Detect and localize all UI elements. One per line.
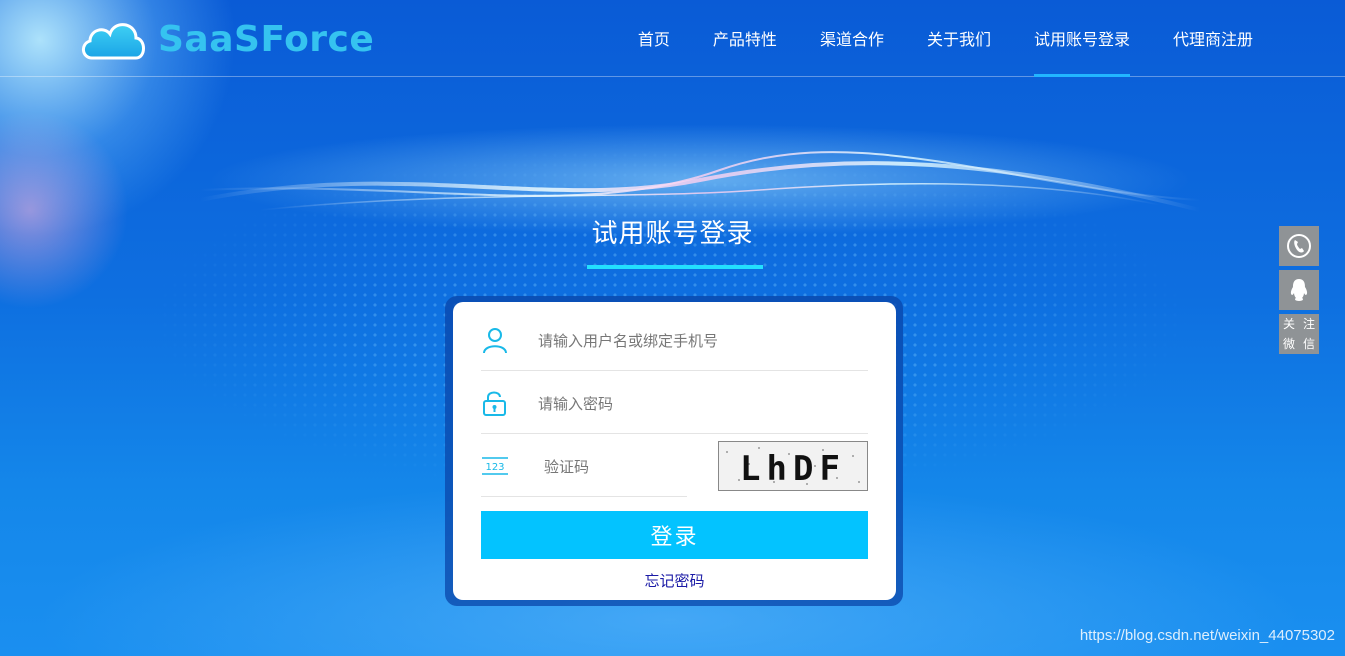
captcha-input[interactable] bbox=[542, 452, 686, 482]
watermark-url: https://blog.csdn.net/weixin_44075302 bbox=[1079, 627, 1335, 644]
login-title: 试用账号登录 bbox=[591, 219, 754, 249]
page: SaaSForce 首页 产品特性 渠道合作 关于我们 试用账号登录 代理商注册… bbox=[0, 0, 1345, 656]
qq-icon bbox=[1290, 279, 1308, 301]
forgot-password-link[interactable]: 忘记密码 bbox=[453, 570, 896, 591]
lock-icon bbox=[483, 391, 506, 416]
phone-icon bbox=[1287, 234, 1311, 258]
main-nav: 首页 产品特性 渠道合作 关于我们 试用账号登录 代理商注册 bbox=[595, 0, 1253, 77]
captcha-row: 123 bbox=[481, 434, 687, 497]
svg-text:123: 123 bbox=[485, 462, 504, 473]
phone-button[interactable] bbox=[1279, 226, 1319, 266]
nav-about[interactable]: 关于我们 bbox=[927, 0, 991, 76]
captcha-image[interactable]: LhDF bbox=[718, 441, 868, 491]
username-input[interactable] bbox=[536, 326, 860, 356]
nav-home[interactable]: 首页 bbox=[638, 0, 670, 76]
wechat-char: 关 bbox=[1282, 317, 1295, 331]
brand-name: SaaSForce bbox=[158, 18, 375, 60]
wechat-char: 微 bbox=[1282, 337, 1295, 351]
username-row bbox=[481, 308, 868, 371]
logo[interactable]: SaaSForce bbox=[78, 16, 374, 62]
password-input[interactable] bbox=[536, 389, 860, 419]
password-row bbox=[481, 371, 868, 434]
user-icon bbox=[483, 328, 507, 354]
captcha-text: LhDF bbox=[740, 449, 846, 489]
login-button[interactable]: 登录 bbox=[481, 511, 868, 559]
wechat-char: 信 bbox=[1302, 337, 1315, 351]
code-icon: 123 bbox=[482, 457, 508, 475]
top-header: SaaSForce 首页 产品特性 渠道合作 关于我们 试用账号登录 代理商注册 bbox=[0, 0, 1345, 77]
wechat-char: 注 bbox=[1302, 317, 1315, 331]
qq-button[interactable] bbox=[1279, 270, 1319, 310]
nav-agent-register[interactable]: 代理商注册 bbox=[1173, 0, 1253, 76]
title-underline bbox=[587, 265, 763, 269]
cloud-icon bbox=[82, 23, 145, 60]
wechat-follow-button[interactable]: 关 注 微 信 bbox=[1279, 314, 1319, 354]
nav-trial-login[interactable]: 试用账号登录 bbox=[1033, 0, 1130, 77]
nav-features[interactable]: 产品特性 bbox=[713, 0, 777, 76]
login-card: 123 LhDF 登录 忘记密码 bbox=[453, 302, 896, 600]
side-float-bar: 关 注 微 信 bbox=[1279, 226, 1319, 354]
nav-partners[interactable]: 渠道合作 bbox=[820, 0, 884, 76]
